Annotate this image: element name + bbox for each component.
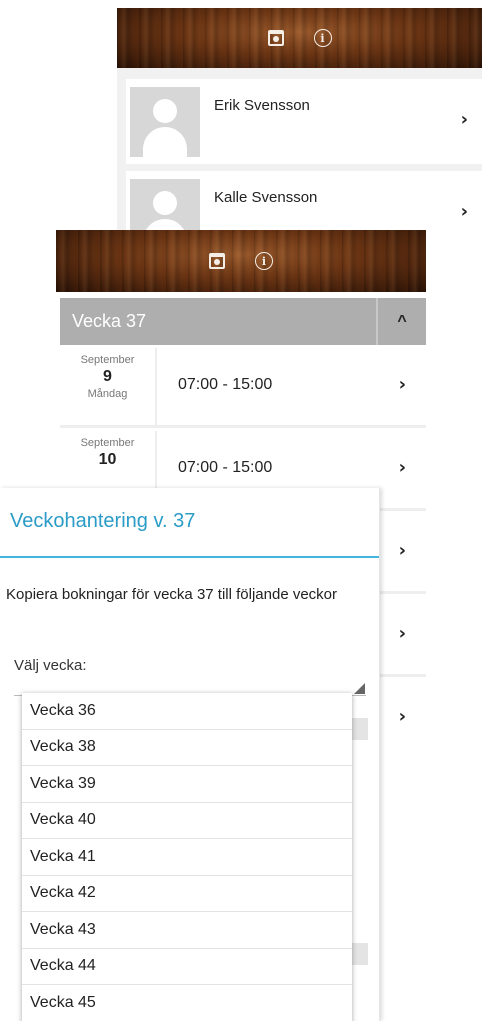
chevron-right-icon: › — [460, 201, 468, 222]
dialog-description: Kopiera bokningar för vecka 37 till följ… — [6, 586, 338, 603]
chevron-right-icon: › — [398, 374, 406, 395]
background-field — [352, 943, 368, 965]
week-option[interactable]: Vecka 38 — [22, 730, 352, 766]
chevron-up-icon: ^ — [397, 312, 407, 330]
calendar-icon[interactable] — [209, 253, 225, 269]
background-field — [352, 718, 368, 740]
chevron-right-icon: › — [398, 540, 406, 561]
day-month: September — [80, 354, 135, 366]
day-date: September 9 Måndag — [60, 348, 157, 426]
day-time: 07:00 - 15:00 — [178, 376, 273, 393]
week-management-dialog: Veckohantering v. 37 Kopiera bokningar f… — [0, 488, 380, 1021]
contacts-screen: i Erik Svensson › Kalle Svensson › — [117, 8, 482, 256]
title-divider — [0, 556, 379, 558]
day-month: September — [80, 437, 135, 449]
chevron-right-icon: › — [460, 109, 468, 130]
week-option[interactable]: Vecka 41 — [22, 839, 352, 876]
contact-item[interactable]: Erik Svensson › — [126, 79, 482, 164]
day-weekday: Måndag — [87, 388, 128, 400]
week-dropdown-list: Vecka 36 Vecka 38 Vecka 39 Vecka 40 Veck… — [22, 693, 352, 1021]
day-number: 9 — [103, 368, 112, 385]
day-time: 07:00 - 15:00 — [178, 459, 273, 476]
contact-name: Kalle Svensson — [214, 189, 318, 206]
chevron-right-icon: › — [398, 623, 406, 644]
week-option[interactable]: Vecka 40 — [22, 803, 352, 839]
week-header[interactable]: Vecka 37 ^ — [60, 298, 426, 345]
person-placeholder-icon — [130, 87, 200, 157]
chevron-right-icon: › — [398, 706, 406, 727]
info-icon[interactable]: i — [313, 29, 332, 47]
info-icon[interactable]: i — [255, 252, 273, 270]
dialog-title: Veckohantering v. 37 — [10, 510, 196, 532]
app-header: i — [56, 230, 426, 292]
week-select-label: Välj vecka: — [14, 657, 87, 674]
week-option[interactable]: Vecka 45 — [22, 985, 352, 1021]
week-title: Vecka 37 — [72, 311, 147, 331]
week-option[interactable]: Vecka 39 — [22, 766, 352, 803]
chevron-right-icon: › — [398, 457, 406, 478]
week-option[interactable]: Vecka 36 — [22, 693, 352, 730]
dropdown-triangle-icon[interactable] — [354, 683, 365, 694]
day-number: 10 — [98, 451, 117, 468]
app-header: i — [117, 8, 482, 68]
week-option[interactable]: Vecka 43 — [22, 912, 352, 949]
contact-name: Erik Svensson — [214, 97, 310, 114]
day-row[interactable]: September 9 Måndag 07:00 - 15:00 › — [60, 348, 426, 428]
calendar-icon[interactable] — [267, 30, 284, 46]
collapse-button[interactable]: ^ — [376, 298, 426, 345]
week-option[interactable]: Vecka 42 — [22, 876, 352, 912]
week-option[interactable]: Vecka 44 — [22, 949, 352, 985]
